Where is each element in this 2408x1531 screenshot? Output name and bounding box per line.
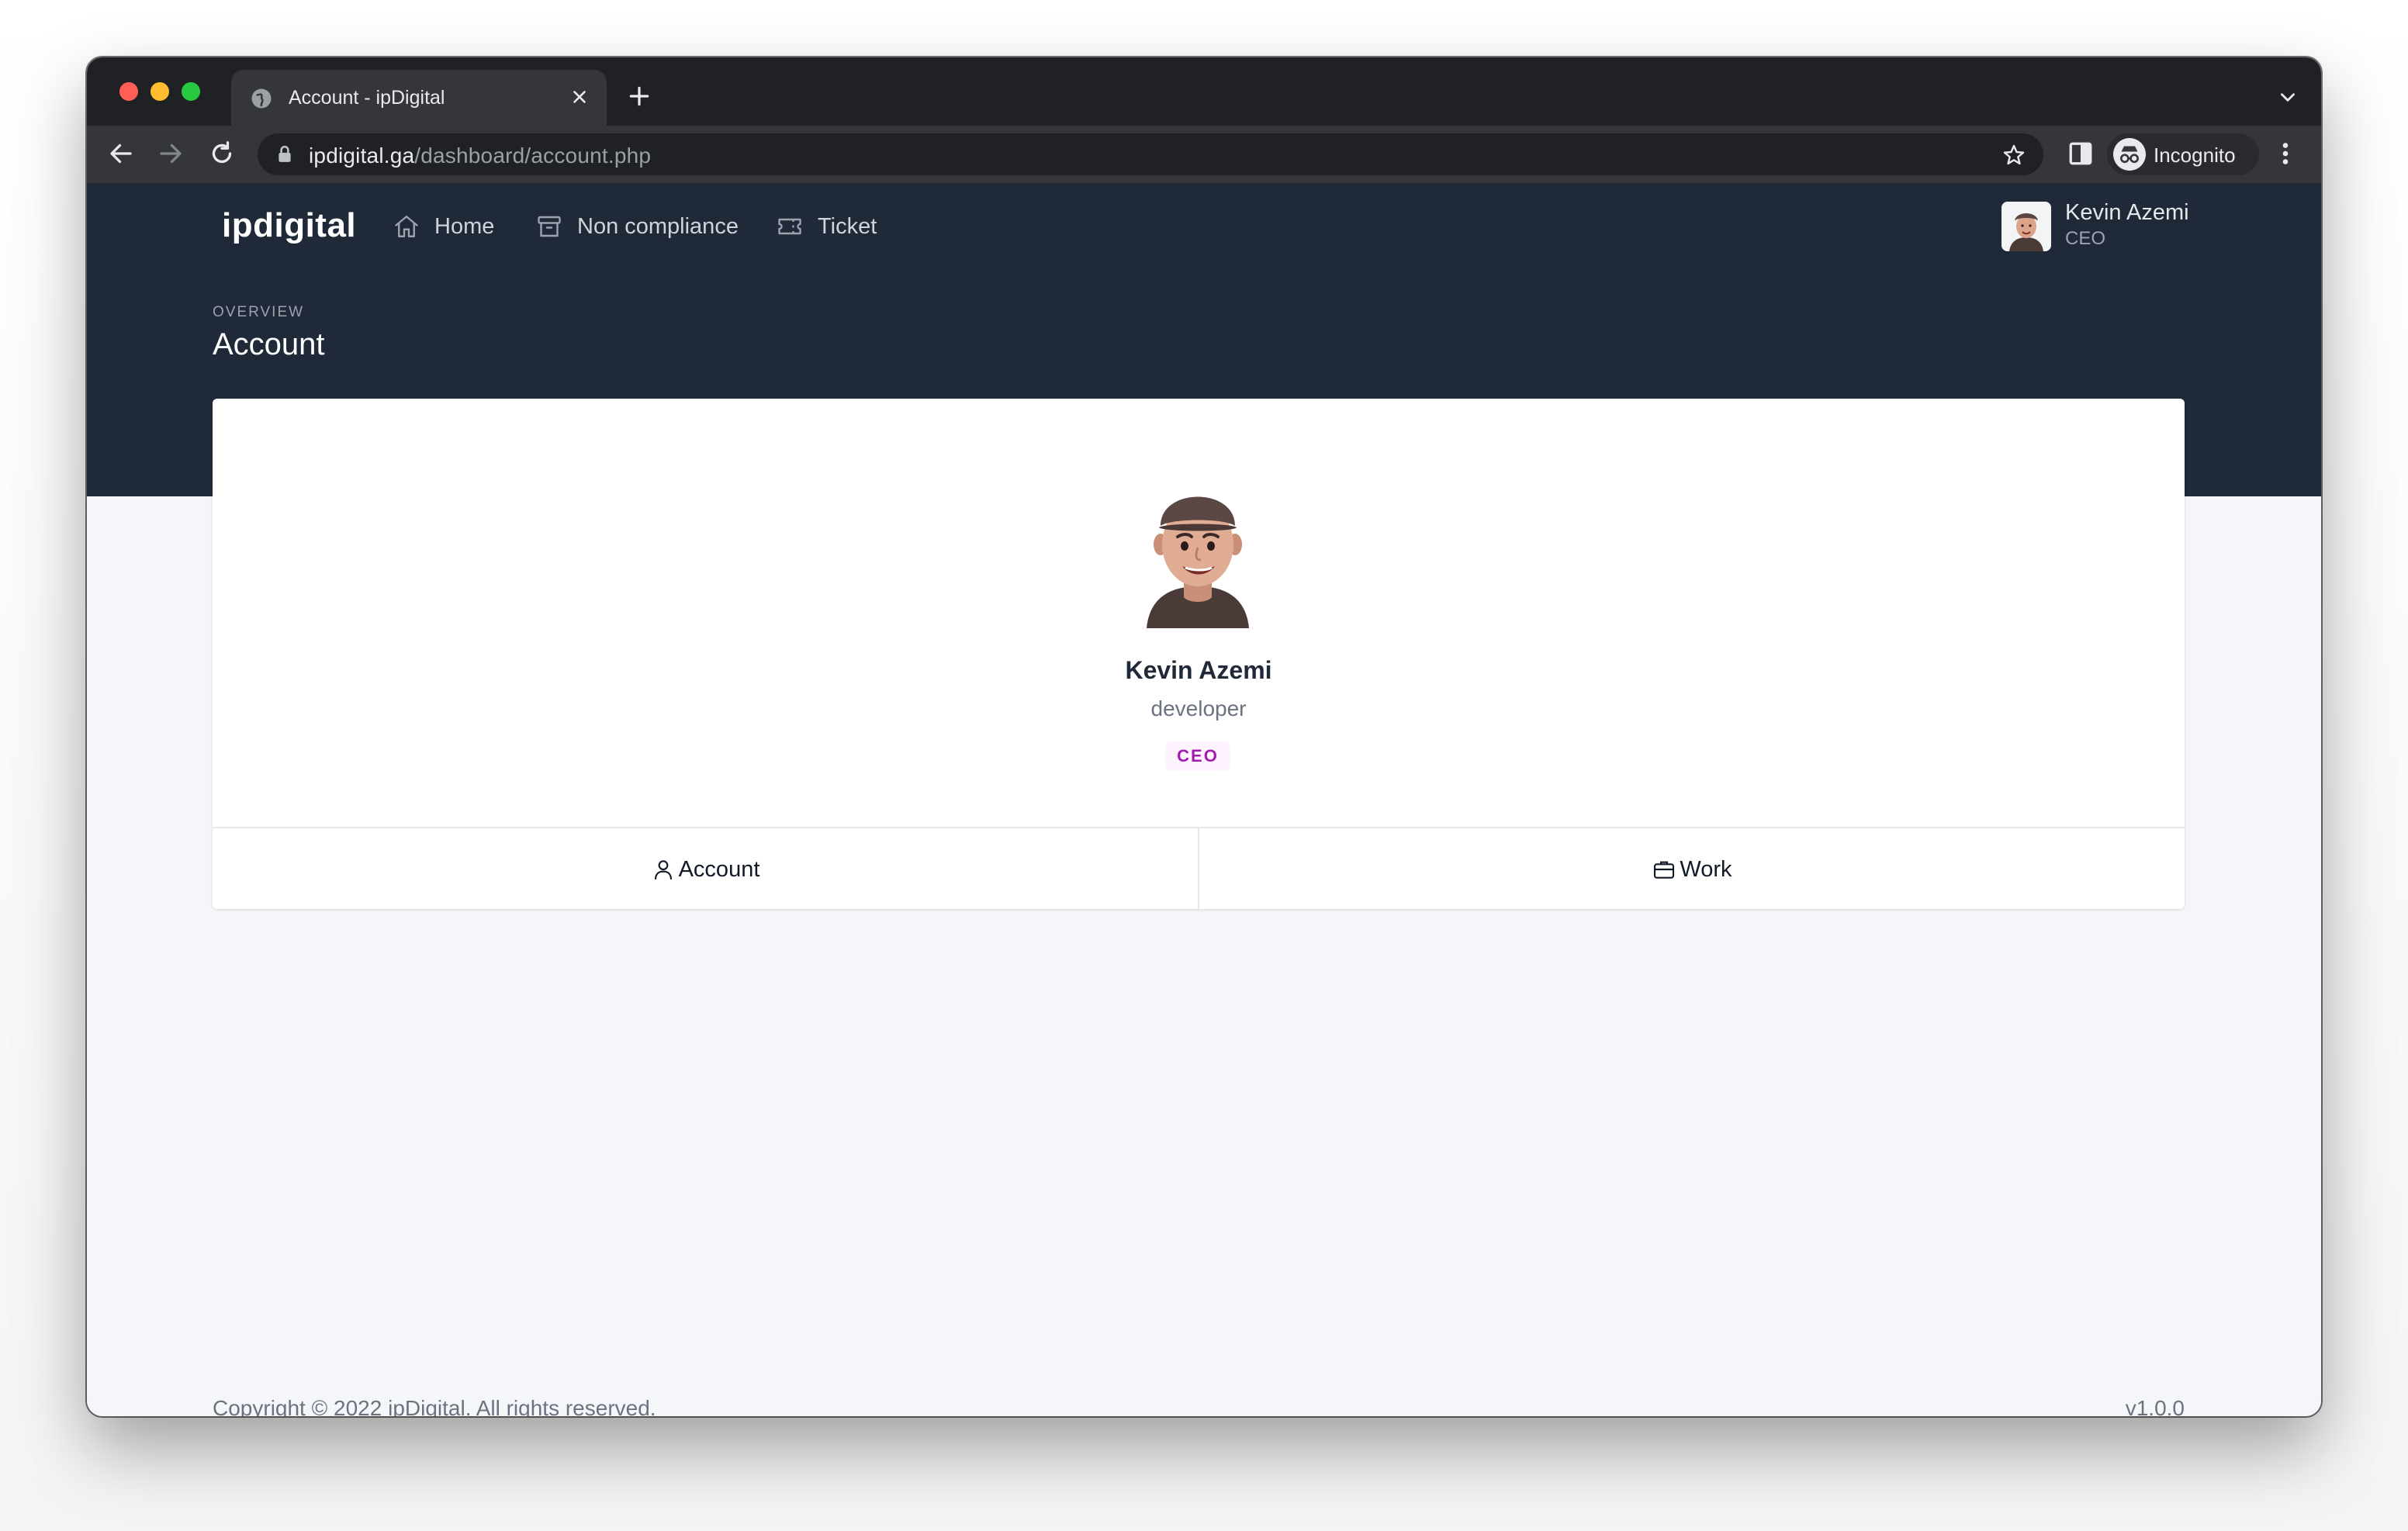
profile-job-title: developer bbox=[1150, 696, 1247, 721]
forward-arrow-icon[interactable] bbox=[157, 140, 185, 168]
profile-name: Kevin Azemi bbox=[1125, 656, 1272, 684]
incognito-icon bbox=[2113, 138, 2146, 171]
user-icon bbox=[654, 860, 672, 880]
tab-account[interactable]: Account bbox=[213, 828, 1198, 911]
tab-account-label: Account bbox=[678, 856, 760, 882]
brand-logo[interactable]: ipdigital bbox=[222, 206, 356, 245]
bookmark-star-icon[interactable] bbox=[2001, 143, 2026, 168]
close-tab-icon[interactable] bbox=[569, 87, 590, 107]
back-arrow-icon[interactable] bbox=[107, 140, 135, 168]
maximize-window-button[interactable] bbox=[182, 82, 200, 101]
browser-menu-icon[interactable] bbox=[2276, 140, 2295, 168]
tab-title: Account - ipDigital bbox=[289, 87, 445, 109]
close-window-button[interactable] bbox=[119, 82, 138, 101]
minimize-window-button[interactable] bbox=[150, 82, 169, 101]
reload-icon[interactable] bbox=[208, 140, 236, 168]
profile-tabs: Account Work bbox=[213, 827, 2185, 911]
nav-ticket[interactable]: Ticket bbox=[776, 211, 877, 242]
nav-ticket-label: Ticket bbox=[818, 213, 877, 239]
url-text[interactable]: ipdigital.ga/dashboard/account.php bbox=[309, 143, 651, 168]
avatar-image bbox=[2001, 202, 2051, 251]
home-icon bbox=[395, 216, 418, 237]
page-overline: OVERVIEW bbox=[213, 304, 305, 320]
browser-window: Account - ipDigital ipdigital.ga/dashboa… bbox=[87, 57, 2321, 1416]
tab-work-label: Work bbox=[1680, 856, 1732, 882]
profile-avatar bbox=[1147, 496, 1249, 628]
user-name[interactable]: Kevin Azemi bbox=[2065, 200, 2189, 226]
tab-strip: Account - ipDigital bbox=[87, 57, 2321, 126]
globe-icon bbox=[251, 88, 272, 109]
profile-card: Kevin Azemi developer CEO Account Work bbox=[213, 399, 2185, 911]
nav-home-label: Home bbox=[434, 213, 495, 239]
footer-version: v1.0.0 bbox=[2125, 1396, 2185, 1416]
browser-tab[interactable]: Account - ipDigital bbox=[231, 70, 607, 126]
tab-search-chevron-icon[interactable] bbox=[2278, 87, 2298, 107]
tab-work[interactable]: Work bbox=[1198, 828, 2185, 911]
nav-non-compliance-label: Non compliance bbox=[577, 213, 739, 239]
role-badge: CEO bbox=[1165, 741, 1230, 771]
web-page: ipdigital Home Non compliance Ticket Kev… bbox=[87, 183, 2321, 1416]
nav-home[interactable]: Home bbox=[393, 211, 494, 242]
archive-icon bbox=[538, 216, 561, 237]
briefcase-icon bbox=[1654, 861, 1675, 879]
page-title: Account bbox=[213, 327, 325, 361]
browser-toolbar: ipdigital.ga/dashboard/account.php Incog… bbox=[87, 126, 2321, 185]
new-tab-icon[interactable] bbox=[627, 84, 652, 109]
address-bar[interactable]: ipdigital.ga/dashboard/account.php bbox=[258, 133, 2043, 175]
nav-non-compliance[interactable]: Non compliance bbox=[535, 211, 739, 242]
incognito-label: Incognito bbox=[2154, 143, 2236, 167]
user-role: CEO bbox=[2065, 228, 2106, 249]
incognito-profile-button[interactable]: Incognito bbox=[2107, 133, 2259, 175]
user-avatar[interactable] bbox=[2001, 202, 2051, 251]
ticket-icon bbox=[778, 218, 801, 235]
side-panel-icon[interactable] bbox=[2067, 140, 2095, 168]
lock-icon[interactable] bbox=[276, 145, 293, 164]
footer-copyright: Copyright © 2022 ipDigital. All rights r… bbox=[213, 1396, 656, 1416]
